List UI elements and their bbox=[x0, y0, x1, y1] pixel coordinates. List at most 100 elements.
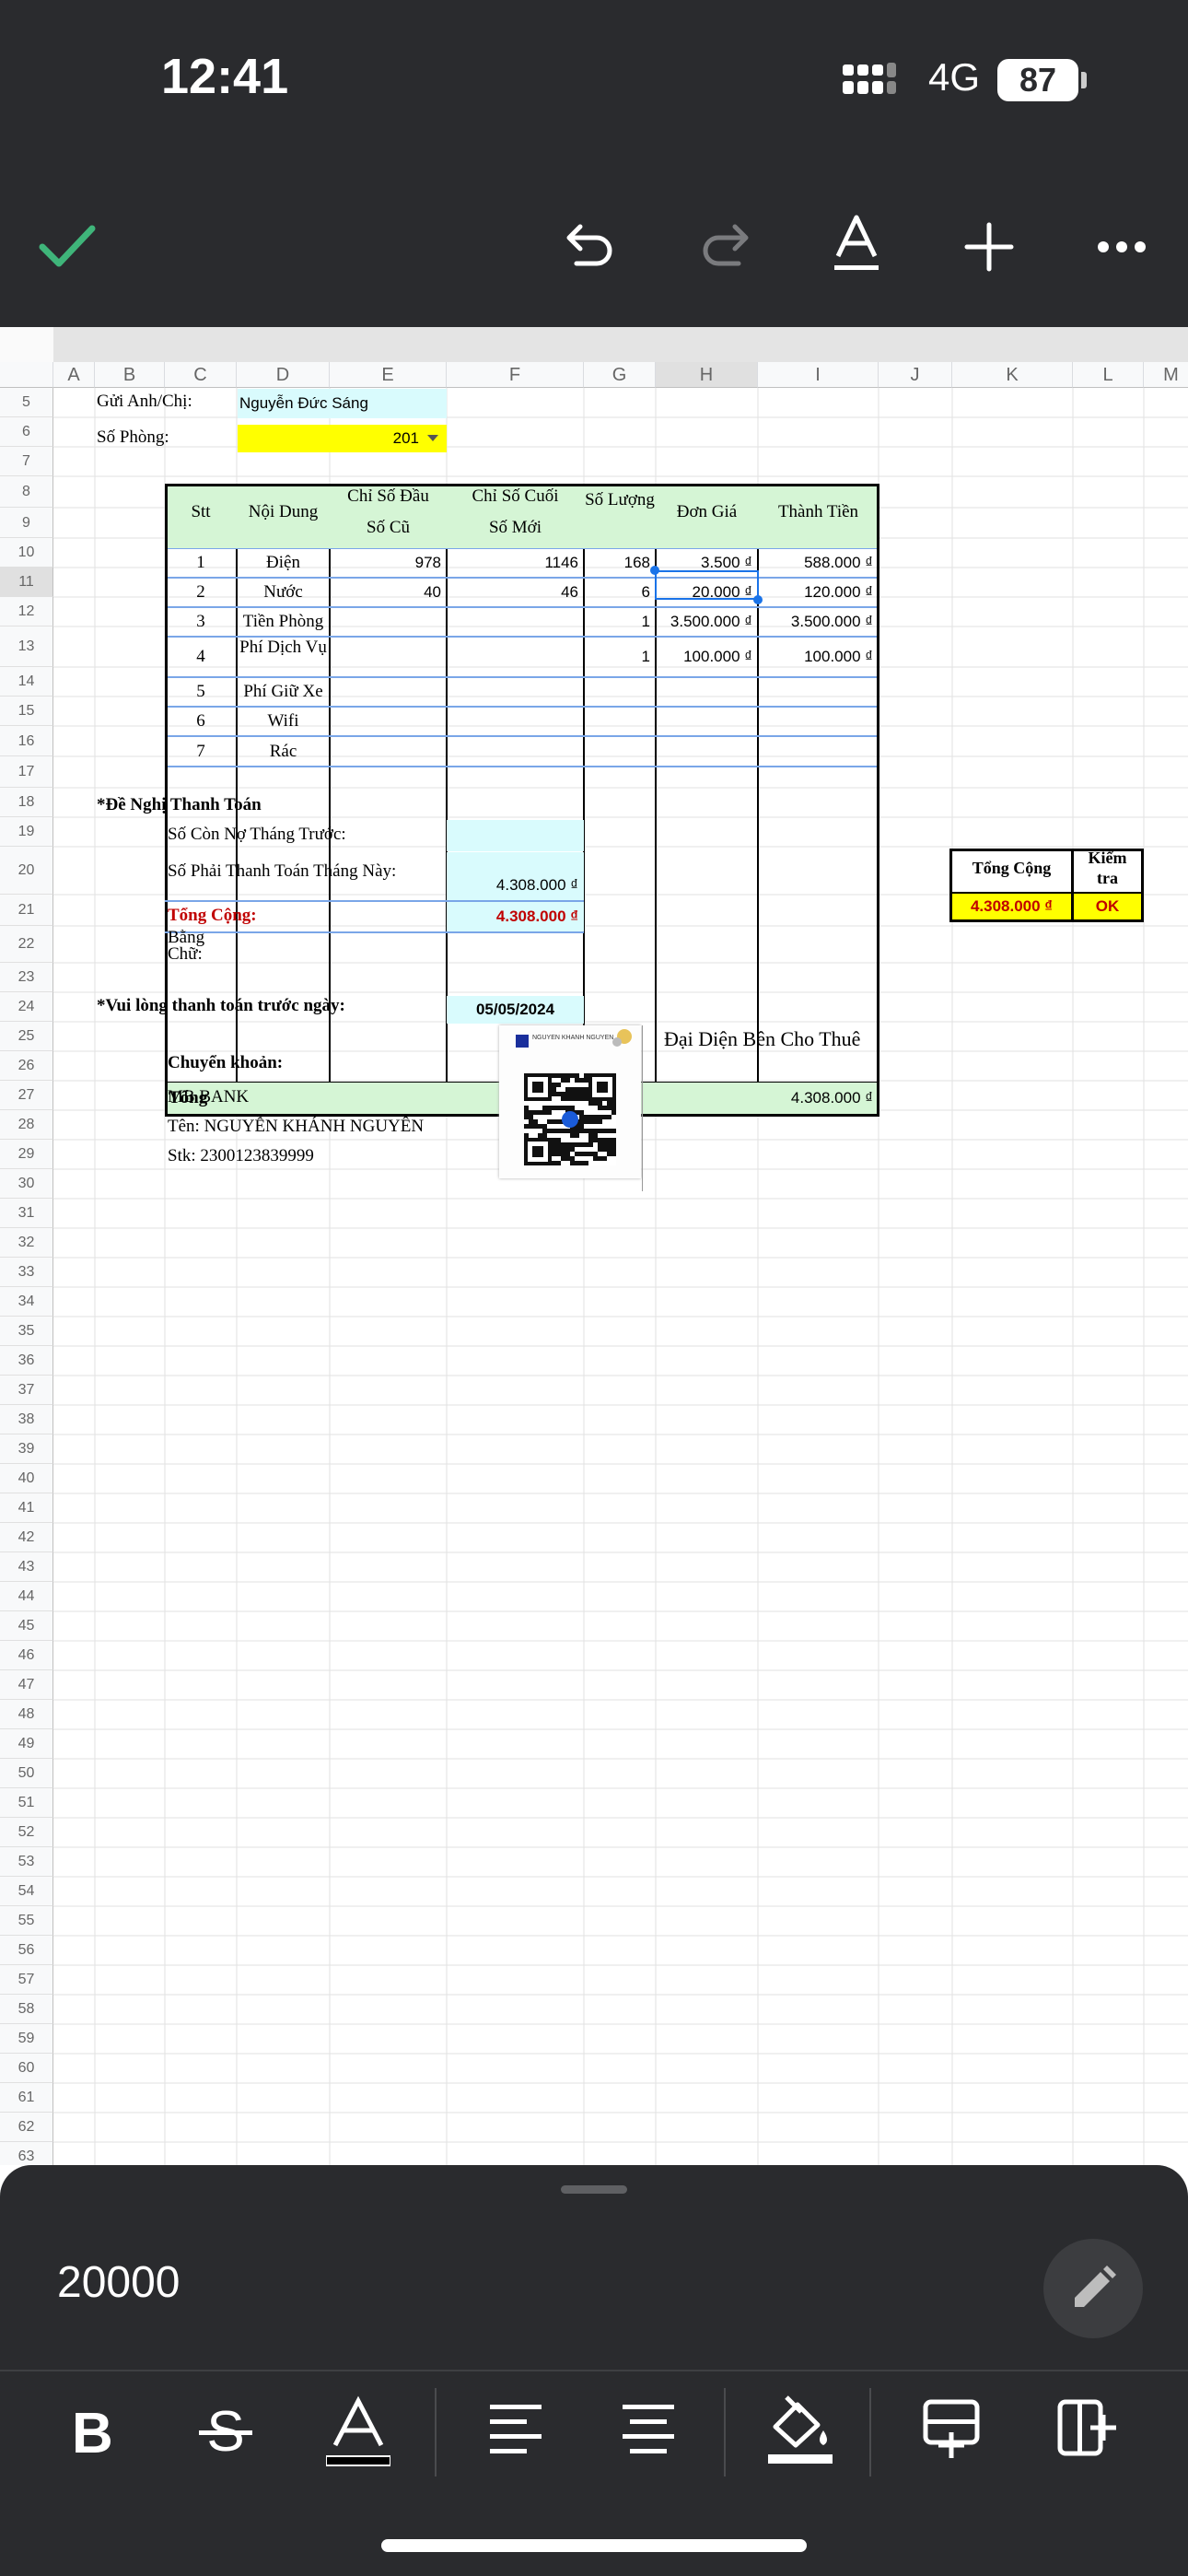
due-date[interactable]: 05/05/2024 bbox=[447, 996, 584, 1024]
row-header[interactable]: 46 bbox=[0, 1641, 53, 1670]
insert-plus-icon[interactable] bbox=[963, 221, 1015, 273]
table-cell-amount[interactable]: 588.000 ₫ bbox=[758, 548, 879, 578]
row-header[interactable]: 35 bbox=[0, 1317, 53, 1346]
table-cell-old[interactable] bbox=[330, 677, 447, 707]
row-header[interactable]: 11 bbox=[0, 568, 53, 597]
row-header[interactable]: 44 bbox=[0, 1582, 53, 1611]
table-cell-qty[interactable] bbox=[584, 736, 656, 767]
row-header[interactable]: 60 bbox=[0, 2054, 53, 2083]
row-header[interactable]: 14 bbox=[0, 667, 53, 697]
row-header[interactable]: 32 bbox=[0, 1228, 53, 1258]
row-header[interactable]: 31 bbox=[0, 1199, 53, 1228]
table-cell-old[interactable] bbox=[330, 607, 447, 637]
checkmark-icon[interactable] bbox=[37, 221, 98, 273]
table-cell-qty[interactable]: 168 bbox=[584, 548, 656, 578]
row-header[interactable]: 37 bbox=[0, 1376, 53, 1405]
row-header[interactable]: 25 bbox=[0, 1022, 53, 1051]
table-cell-amount[interactable] bbox=[758, 677, 879, 707]
table-cell-price[interactable] bbox=[656, 736, 758, 767]
row-header[interactable]: 47 bbox=[0, 1670, 53, 1700]
row-header[interactable]: 6 bbox=[0, 417, 53, 447]
table-cell-amount[interactable]: 3.500.000 ₫ bbox=[758, 607, 879, 637]
text-format-icon[interactable] bbox=[833, 214, 880, 275]
table-cell-price[interactable] bbox=[656, 707, 758, 736]
bold-icon[interactable]: B bbox=[72, 2401, 113, 2466]
row-header[interactable]: 45 bbox=[0, 1611, 53, 1641]
selection-handle-top[interactable] bbox=[650, 566, 659, 575]
table-cell-qty[interactable] bbox=[584, 677, 656, 707]
text-color-icon[interactable] bbox=[326, 2395, 390, 2469]
table-cell-new[interactable] bbox=[447, 607, 584, 637]
insert-column-icon[interactable] bbox=[1057, 2399, 1118, 2456]
table-cell-new[interactable] bbox=[447, 707, 584, 736]
grand-total-value[interactable]: 4.308.000 ₫ bbox=[447, 902, 584, 931]
table-cell-content[interactable]: Phí Dịch Vụ bbox=[237, 637, 330, 677]
table-cell-new[interactable] bbox=[447, 677, 584, 707]
table-cell-stt[interactable]: 2 bbox=[165, 578, 237, 607]
table-cell-stt[interactable]: 5 bbox=[165, 677, 237, 707]
align-left-icon[interactable] bbox=[488, 2401, 543, 2456]
recipient-name[interactable]: Nguyễn Đức Sáng bbox=[238, 389, 447, 418]
row-header[interactable]: 52 bbox=[0, 1818, 53, 1847]
row-header[interactable]: 27 bbox=[0, 1081, 53, 1110]
row-header[interactable]: 41 bbox=[0, 1493, 53, 1523]
align-center-icon[interactable] bbox=[621, 2401, 676, 2456]
table-cell-qty[interactable] bbox=[584, 707, 656, 736]
table-cell-stt[interactable]: 7 bbox=[165, 736, 237, 767]
row-header[interactable]: 38 bbox=[0, 1405, 53, 1434]
table-cell-content[interactable]: Wifi bbox=[237, 707, 330, 736]
row-header[interactable]: 59 bbox=[0, 2024, 53, 2054]
row-header[interactable]: 34 bbox=[0, 1287, 53, 1317]
row-header[interactable]: 57 bbox=[0, 1965, 53, 1995]
row-header[interactable]: 36 bbox=[0, 1346, 53, 1376]
check-ok-value[interactable]: OK bbox=[1074, 894, 1141, 919]
row-header[interactable]: 12 bbox=[0, 597, 53, 626]
table-cell-old[interactable]: 978 bbox=[330, 548, 447, 578]
row-header[interactable]: 7 bbox=[0, 447, 53, 476]
table-cell-old[interactable] bbox=[330, 637, 447, 677]
row-header[interactable]: 13 bbox=[0, 626, 53, 667]
row-header[interactable]: 22 bbox=[0, 926, 53, 963]
table-cell-stt[interactable]: 1 bbox=[165, 548, 237, 578]
row-header[interactable]: 55 bbox=[0, 1906, 53, 1936]
row-header[interactable]: 9 bbox=[0, 508, 53, 538]
table-cell-price[interactable] bbox=[656, 677, 758, 707]
row-header[interactable]: 18 bbox=[0, 788, 53, 817]
table-cell-stt[interactable]: 3 bbox=[165, 607, 237, 637]
row-header[interactable]: 8 bbox=[0, 476, 53, 508]
table-cell-qty[interactable]: 1 bbox=[584, 607, 656, 637]
table-cell-new[interactable]: 1146 bbox=[447, 548, 584, 578]
redo-icon[interactable] bbox=[696, 217, 751, 271]
row-header[interactable]: 17 bbox=[0, 756, 53, 788]
fill-color-icon[interactable] bbox=[766, 2394, 834, 2469]
spreadsheet-grid[interactable]: A B C D E F G H I J K L M 5 6 7 8 9 10 11 12 13 1… bbox=[0, 327, 1188, 2165]
undo-icon[interactable] bbox=[564, 217, 619, 271]
row-header[interactable]: 42 bbox=[0, 1523, 53, 1552]
row-header[interactable]: 62 bbox=[0, 2113, 53, 2142]
table-cell-amount[interactable] bbox=[758, 707, 879, 736]
row-header[interactable]: 15 bbox=[0, 697, 53, 726]
table-cell-old[interactable]: 40 bbox=[330, 578, 447, 607]
row-header[interactable]: 56 bbox=[0, 1936, 53, 1965]
table-cell-amount[interactable] bbox=[758, 736, 879, 767]
row-header[interactable]: 23 bbox=[0, 963, 53, 992]
insert-row-icon[interactable] bbox=[923, 2399, 980, 2460]
row-header[interactable]: 30 bbox=[0, 1169, 53, 1199]
row-header[interactable]: 48 bbox=[0, 1700, 53, 1729]
table-cell-content[interactable]: Nước bbox=[237, 578, 330, 607]
this-month-value[interactable]: 4.308.000 ₫ bbox=[447, 852, 584, 900]
home-indicator[interactable] bbox=[381, 2539, 807, 2552]
strikethrough-icon[interactable]: S bbox=[195, 2399, 256, 2460]
table-cell-content[interactable]: Phí Giữ Xe bbox=[237, 677, 330, 707]
row-header[interactable]: 20 bbox=[0, 847, 53, 895]
table-cell-amount[interactable]: 120.000 ₫ bbox=[758, 578, 879, 607]
dropdown-arrow-icon[interactable] bbox=[427, 435, 438, 442]
row-header[interactable]: 19 bbox=[0, 817, 53, 847]
previous-debt-value[interactable] bbox=[447, 820, 584, 851]
more-icon[interactable] bbox=[1096, 238, 1147, 256]
check-total-value[interactable]: 4.308.000 ₫ bbox=[952, 894, 1071, 919]
table-cell-content[interactable]: Rác bbox=[237, 736, 330, 767]
qr-code-image[interactable]: NGUYEN KHANH NGUYEN bbox=[499, 1025, 641, 1178]
room-value[interactable]: 201 bbox=[238, 425, 447, 452]
row-header[interactable]: 51 bbox=[0, 1788, 53, 1818]
